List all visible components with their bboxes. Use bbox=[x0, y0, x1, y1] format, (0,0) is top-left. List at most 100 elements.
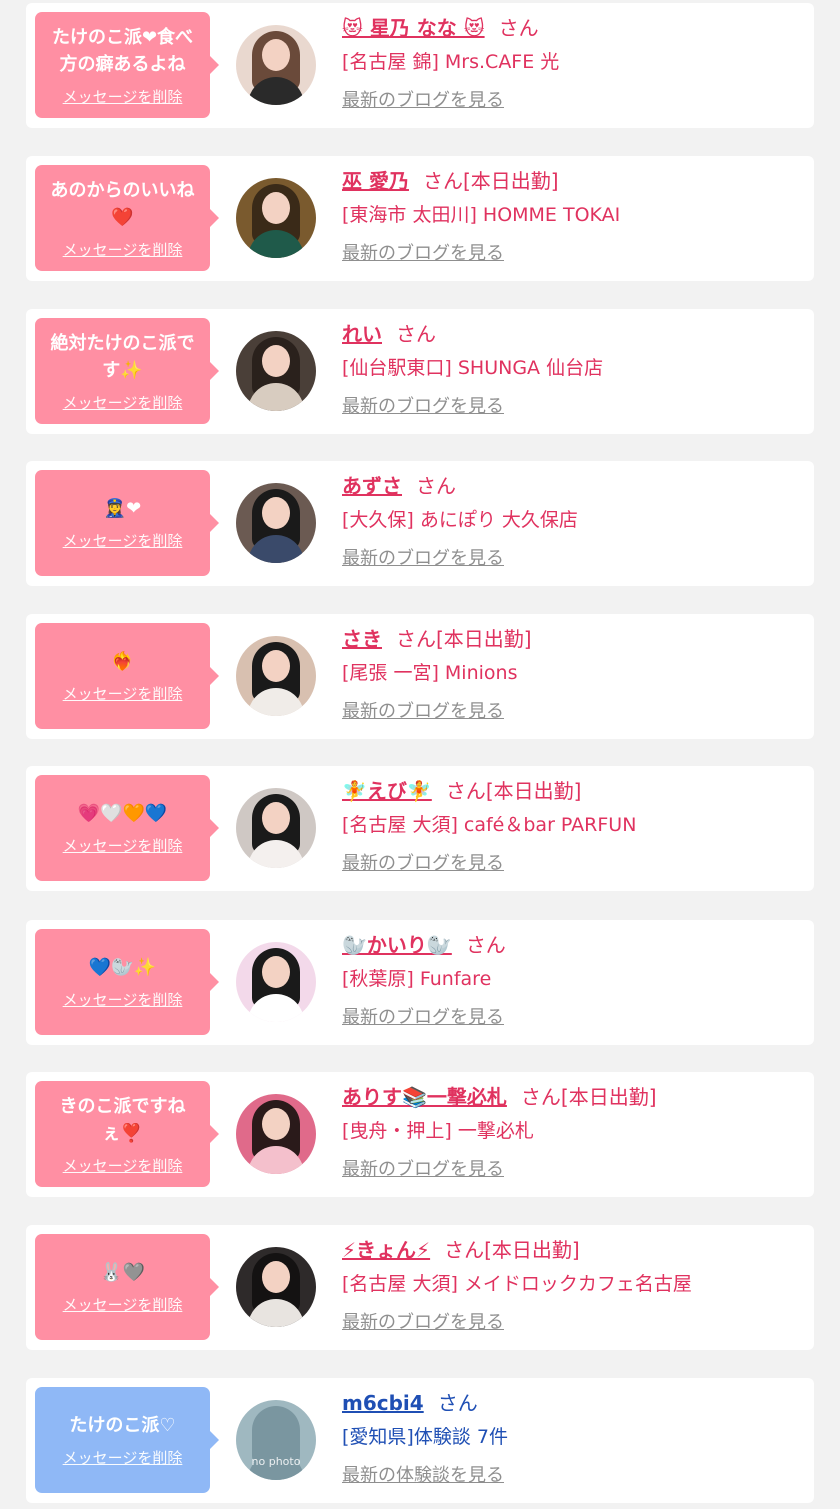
latest-blog-link[interactable]: 最新のブログを見る bbox=[342, 1004, 804, 1032]
profile-name-link[interactable]: 🧚えび🧚 bbox=[342, 779, 432, 803]
name-row: ⚡きょん⚡ さん[本日出勤] bbox=[342, 1235, 804, 1265]
delete-message-link[interactable]: メッセージを削除 bbox=[63, 1155, 183, 1176]
shop-info: [愛知県]体験談 7件 bbox=[342, 1426, 508, 1448]
avatar[interactable] bbox=[236, 178, 316, 258]
message-card: 絶対たけのこ派です✨ メッセージを削除 れい さん [仙台駅東口] SHUNGA … bbox=[26, 309, 814, 434]
latest-blog-link[interactable]: 最新のブログを見る bbox=[342, 850, 804, 878]
shop-info: [尾張 一宮] Minions bbox=[342, 662, 518, 684]
avatar-face bbox=[262, 1414, 290, 1446]
honorific: さん bbox=[416, 474, 456, 498]
latest-blog-link[interactable]: 最新の体験談を見る bbox=[342, 1462, 804, 1490]
shop-info: [名古屋 大須] メイドロックカフェ名古屋 bbox=[342, 1273, 692, 1295]
message-card: 💗🤍🧡💙 メッセージを削除 🧚えび🧚 さん[本日出勤] [名古屋 大須] café… bbox=[26, 766, 814, 891]
avatar-face bbox=[262, 956, 290, 988]
latest-blog-link[interactable]: 最新のブログを見る bbox=[342, 1309, 804, 1337]
name-row: 巫 愛乃 さん[本日出勤] bbox=[342, 166, 804, 196]
message-text: 💙🦭✨ bbox=[88, 957, 157, 978]
delete-message-link[interactable]: メッセージを削除 bbox=[63, 239, 183, 260]
profile-info: れい さん [仙台駅東口] SHUNGA 仙台店 最新のブログを見る bbox=[342, 319, 804, 421]
avatar[interactable] bbox=[236, 483, 316, 563]
message-card: たけのこ派❤食べ方の癖あるよね メッセージを削除 😻 星乃 なな 😻 さん [名古… bbox=[26, 3, 814, 128]
profile-name-link[interactable]: ⚡きょん⚡ bbox=[342, 1238, 430, 1262]
message-bubble: 💙🦭✨ メッセージを削除 bbox=[35, 929, 219, 1035]
profile-name-link[interactable]: m6cbi4 bbox=[342, 1391, 424, 1415]
profile-name-link[interactable]: れい bbox=[342, 322, 382, 346]
delete-message-link[interactable]: メッセージを削除 bbox=[63, 683, 183, 704]
message-card: ❤️‍🔥 メッセージを削除 さき さん[本日出勤] [尾張 一宮] Minions… bbox=[26, 614, 814, 739]
work-status: [本日出勤] bbox=[485, 779, 582, 803]
avatar-face bbox=[262, 345, 290, 377]
delete-message-link[interactable]: メッセージを削除 bbox=[63, 86, 183, 107]
avatar-face bbox=[262, 802, 290, 834]
avatar[interactable] bbox=[236, 942, 316, 1022]
message-bubble: 絶対たけのこ派です✨ メッセージを削除 bbox=[35, 318, 219, 424]
message-text: 絶対たけのこ派です✨ bbox=[50, 332, 195, 381]
avatar-face bbox=[262, 1108, 290, 1140]
avatar[interactable] bbox=[236, 1094, 316, 1174]
message-text: 🐰🩶 bbox=[100, 1262, 145, 1283]
avatar[interactable] bbox=[236, 636, 316, 716]
message-bubble: 👮‍♀️❤ メッセージを削除 bbox=[35, 470, 219, 576]
latest-blog-link[interactable]: 最新のブログを見る bbox=[342, 87, 804, 115]
profile-info: ⚡きょん⚡ さん[本日出勤] [名古屋 大須] メイドロックカフェ名古屋 最新のブ… bbox=[342, 1235, 804, 1337]
profile-name-link[interactable]: ありす📚一撃必札 bbox=[342, 1085, 507, 1109]
honorific: さん bbox=[396, 322, 436, 346]
message-bubble: 💗🤍🧡💙 メッセージを削除 bbox=[35, 775, 219, 881]
profile-info: さき さん[本日出勤] [尾張 一宮] Minions 最新のブログを見る bbox=[342, 624, 804, 726]
latest-blog-link[interactable]: 最新のブログを見る bbox=[342, 240, 804, 268]
delete-message-link[interactable]: メッセージを削除 bbox=[63, 392, 183, 413]
profile-name-link[interactable]: 巫 愛乃 bbox=[342, 169, 409, 193]
honorific: さん bbox=[396, 627, 436, 651]
delete-message-link[interactable]: メッセージを削除 bbox=[63, 1447, 183, 1468]
profile-name-link[interactable]: さき bbox=[342, 627, 382, 651]
avatar-face bbox=[262, 192, 290, 224]
honorific: さん bbox=[422, 169, 463, 193]
honorific: さん bbox=[498, 16, 539, 40]
delete-message-link[interactable]: メッセージを削除 bbox=[63, 989, 183, 1010]
name-row: 🦭かいり🦭 さん bbox=[342, 930, 804, 960]
name-row: れい さん bbox=[342, 319, 804, 349]
name-row: ありす📚一撃必札 さん[本日出勤] bbox=[342, 1082, 804, 1112]
message-card: あのからのいいね❤️ メッセージを削除 巫 愛乃 さん[本日出勤] [東海市 太田… bbox=[26, 156, 814, 281]
profile-info: 🦭かいり🦭 さん [秋葉原] Funfare 最新のブログを見る bbox=[342, 930, 804, 1032]
delete-message-link[interactable]: メッセージを削除 bbox=[63, 530, 183, 551]
shop-info: [秋葉原] Funfare bbox=[342, 968, 492, 990]
message-text: 👮‍♀️❤ bbox=[103, 498, 142, 519]
no-photo-label: no photo bbox=[251, 1455, 301, 1468]
honorific: さん bbox=[445, 779, 486, 803]
name-row: m6cbi4 さん bbox=[342, 1388, 804, 1418]
name-row: あずさ さん bbox=[342, 471, 804, 501]
latest-blog-link[interactable]: 最新のブログを見る bbox=[342, 545, 804, 573]
avatar[interactable]: no photo bbox=[236, 1400, 316, 1480]
profile-info: あずさ さん [大久保] あにぽり 大久保店 最新のブログを見る bbox=[342, 471, 804, 573]
avatar-face bbox=[262, 39, 290, 71]
message-bubble: ❤️‍🔥 メッセージを削除 bbox=[35, 623, 219, 729]
message-card: たけのこ派♡ メッセージを削除 no photo m6cbi4 さん [愛知県]体… bbox=[26, 1378, 814, 1503]
avatar-face bbox=[262, 650, 290, 682]
delete-message-link[interactable]: メッセージを削除 bbox=[63, 1294, 183, 1315]
avatar[interactable] bbox=[236, 25, 316, 105]
profile-name-link[interactable]: 🦭かいり🦭 bbox=[342, 933, 452, 957]
honorific: さん bbox=[520, 1085, 561, 1109]
avatar[interactable] bbox=[236, 788, 316, 868]
avatar[interactable] bbox=[236, 1247, 316, 1327]
name-row: 😻 星乃 なな 😻 さん bbox=[342, 13, 804, 43]
avatar-face bbox=[262, 1261, 290, 1293]
message-bubble: たけのこ派❤食べ方の癖あるよね メッセージを削除 bbox=[35, 12, 219, 118]
avatar[interactable] bbox=[236, 331, 316, 411]
latest-blog-link[interactable]: 最新のブログを見る bbox=[342, 1156, 804, 1184]
delete-message-link[interactable]: メッセージを削除 bbox=[63, 835, 183, 856]
message-bubble: 🐰🩶 メッセージを削除 bbox=[35, 1234, 219, 1340]
message-text: ❤️‍🔥 bbox=[111, 651, 134, 672]
message-text: たけのこ派❤食べ方の癖あるよね bbox=[51, 26, 194, 75]
shop-info: [名古屋 大須] café＆bar PARFUN bbox=[342, 814, 637, 836]
work-status: [本日出勤] bbox=[560, 1085, 657, 1109]
latest-blog-link[interactable]: 最新のブログを見る bbox=[342, 698, 804, 726]
profile-name-link[interactable]: あずさ bbox=[342, 474, 402, 498]
latest-blog-link[interactable]: 最新のブログを見る bbox=[342, 393, 804, 421]
message-text: 💗🤍🧡💙 bbox=[77, 803, 168, 824]
profile-name-link[interactable]: 😻 星乃 なな 😻 bbox=[342, 16, 485, 40]
work-status: [本日出勤] bbox=[484, 1238, 580, 1262]
honorific: さん bbox=[465, 933, 506, 957]
message-bubble: きのこ派ですねぇ❣️ メッセージを削除 bbox=[35, 1081, 219, 1187]
